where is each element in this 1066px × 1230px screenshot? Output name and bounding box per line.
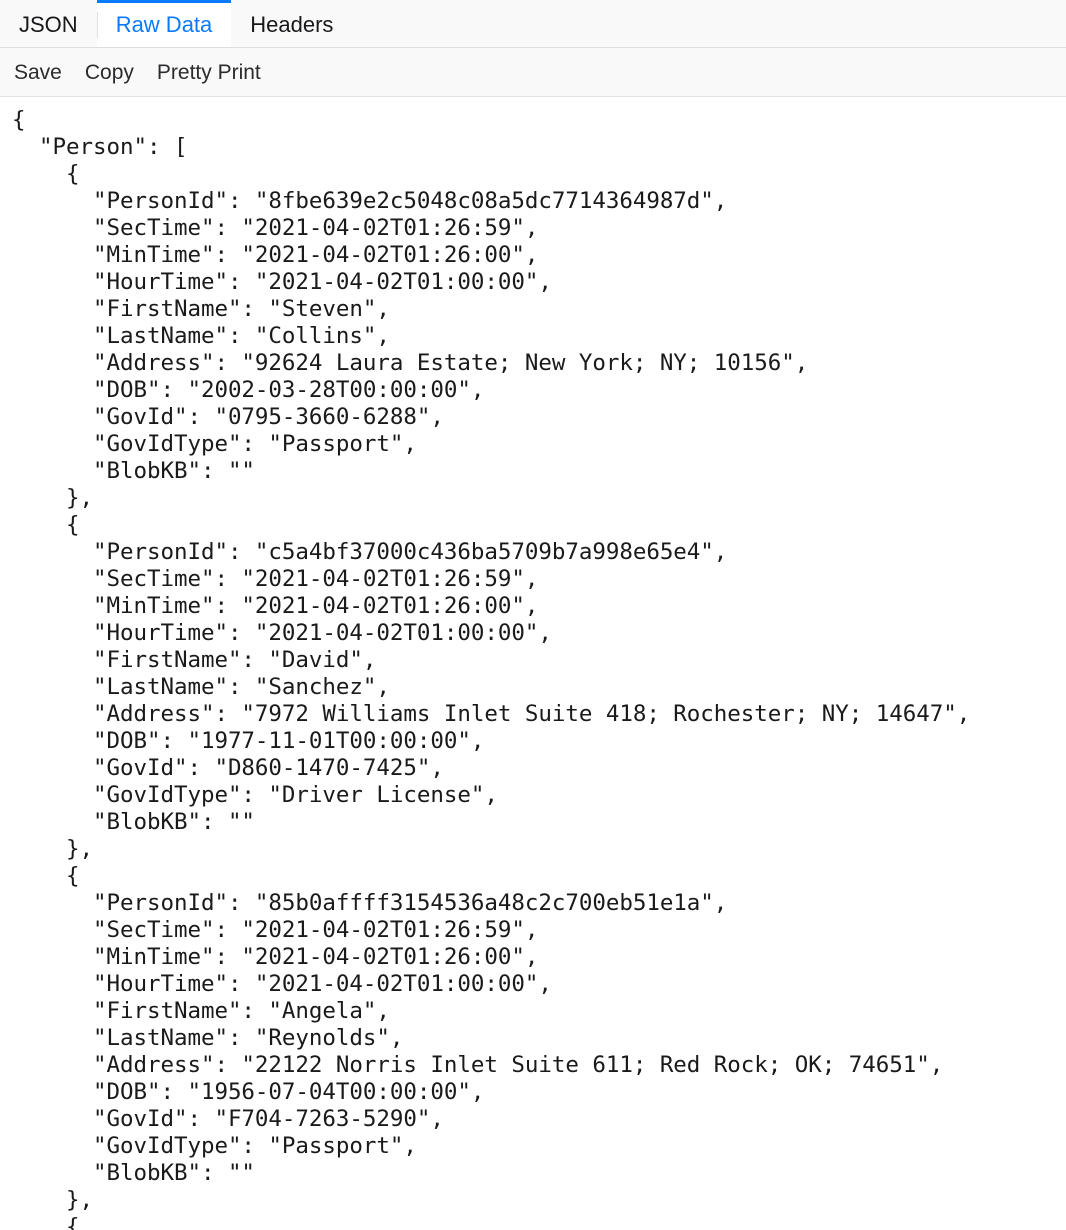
tab-headers-label: Headers	[250, 12, 334, 37]
raw-json-text[interactable]: { "Person": [ { "PersonId": "8fbe639e2c5…	[0, 107, 1066, 1230]
tab-headers[interactable]: Headers	[231, 0, 353, 47]
save-button[interactable]: Save	[14, 60, 74, 85]
raw-data-toolbar: Save Copy Pretty Print	[0, 48, 1066, 97]
tab-json-label: JSON	[19, 12, 78, 37]
tab-raw-data[interactable]: Raw Data	[96, 0, 232, 47]
copy-button[interactable]: Copy	[85, 60, 146, 85]
tab-raw-data-label: Raw Data	[115, 12, 213, 37]
response-tab-bar: JSON Raw Data Headers	[0, 0, 1066, 48]
tab-json[interactable]: JSON	[0, 0, 97, 47]
raw-response-panel[interactable]: { "Person": [ { "PersonId": "8fbe639e2c5…	[0, 97, 1066, 1230]
pretty-print-button[interactable]: Pretty Print	[157, 60, 273, 85]
